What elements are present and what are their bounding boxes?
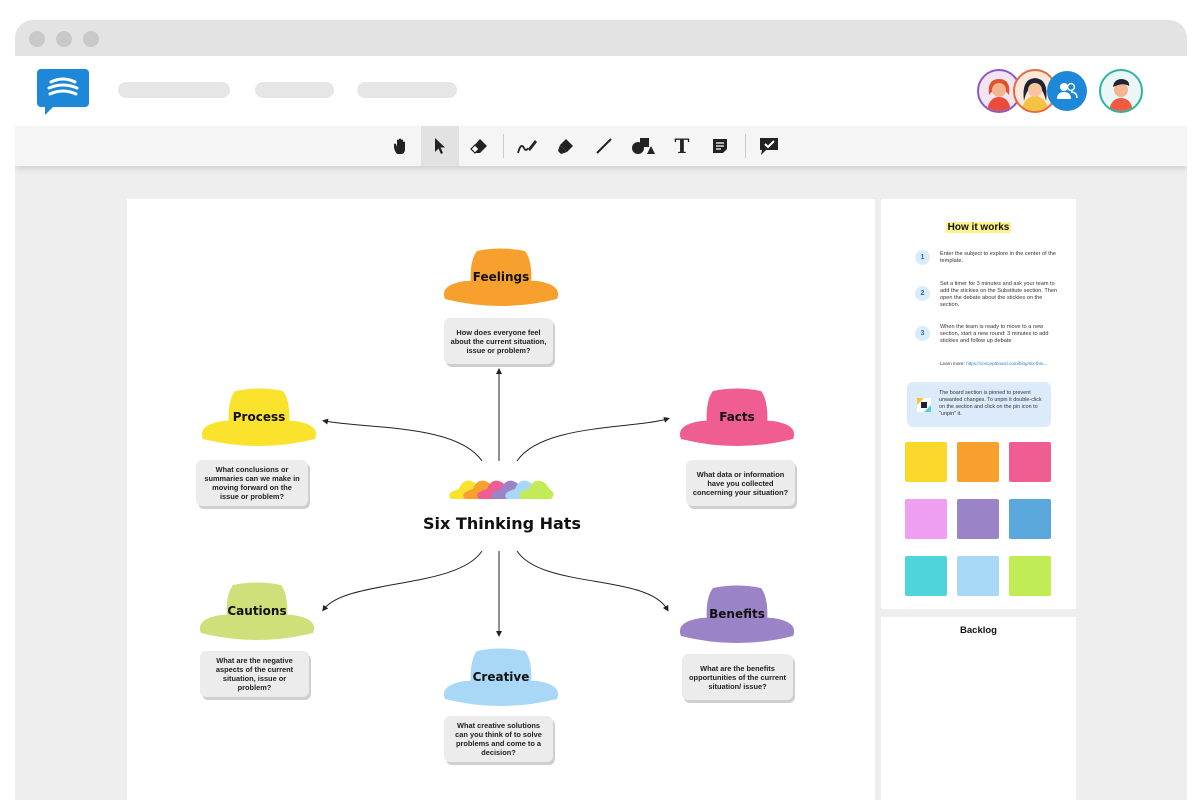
pin-section-icon bbox=[917, 398, 931, 412]
text-tool[interactable]: T bbox=[663, 126, 701, 166]
sticky-note-swatch[interactable] bbox=[905, 556, 947, 596]
how-it-works-title: How it works bbox=[881, 222, 1076, 233]
sticky-note-swatch[interactable] bbox=[1009, 499, 1051, 539]
hat-benefits-question-card[interactable]: What are the benefits opportunities of t… bbox=[682, 654, 793, 700]
step-text-2: Set a timer for 3 minutes and ask your t… bbox=[940, 281, 1058, 308]
hat-creative-label[interactable]: Creative bbox=[451, 670, 551, 684]
highlighter-icon bbox=[558, 139, 573, 154]
line-tool[interactable] bbox=[585, 126, 623, 166]
toolbar-divider bbox=[503, 134, 504, 158]
hat-feelings-label[interactable]: Feelings bbox=[451, 270, 551, 284]
hat-cautions-question-card[interactable]: What are the negative aspects of the cur… bbox=[200, 651, 309, 697]
cursor-icon bbox=[435, 138, 445, 154]
app-logo[interactable] bbox=[37, 69, 89, 117]
sticky-note-icon bbox=[713, 139, 727, 153]
users-icon bbox=[1057, 82, 1078, 99]
step-text-1: Enter the subject to explore in the cent… bbox=[940, 251, 1056, 264]
nav-item-3[interactable] bbox=[357, 82, 457, 98]
text-icon: T bbox=[674, 134, 690, 158]
hat-creative-question-card[interactable]: What creative solutions can you think of… bbox=[444, 716, 553, 762]
drawing-toolbar: T bbox=[15, 126, 1187, 166]
pen-tool[interactable] bbox=[508, 126, 546, 166]
how-it-works-panel[interactable]: How it works 1 Enter the subject to expl… bbox=[881, 199, 1076, 609]
hand-tool[interactable] bbox=[382, 126, 420, 166]
sticky-note-swatch[interactable] bbox=[1009, 442, 1051, 482]
participants-button[interactable] bbox=[1047, 71, 1087, 111]
toolbar-divider bbox=[745, 134, 746, 158]
learn-more: Learn more: https://conceptboard.com/blo… bbox=[940, 361, 1065, 366]
mini-hats-icon bbox=[449, 480, 554, 499]
hat-benefits-label[interactable]: Benefits bbox=[687, 607, 787, 621]
sticky-note-swatch[interactable] bbox=[905, 442, 947, 482]
user-avatar-icon bbox=[1109, 79, 1133, 111]
step-number-2: 2 bbox=[915, 286, 930, 301]
eraser-icon bbox=[470, 139, 487, 154]
select-tool[interactable] bbox=[421, 126, 459, 166]
shapes-icon bbox=[632, 138, 655, 154]
backlog-panel[interactable]: Backlog bbox=[881, 617, 1076, 800]
board-canvas[interactable]: Six Thinking Hats Feelings How does every… bbox=[127, 199, 875, 800]
sticky-note-swatch[interactable] bbox=[905, 499, 947, 539]
hand-icon bbox=[394, 138, 405, 154]
learn-more-label: Learn more: bbox=[940, 361, 965, 366]
hat-feelings-question-card[interactable]: How does everyone feel about the current… bbox=[444, 318, 553, 364]
sticky-note-swatch[interactable] bbox=[957, 442, 999, 482]
hat-facts-question-card[interactable]: What data or information have you collec… bbox=[686, 460, 795, 506]
comment-check-icon bbox=[760, 138, 778, 155]
eraser-tool[interactable] bbox=[460, 126, 498, 166]
sticky-note-swatch[interactable] bbox=[957, 556, 999, 596]
pinned-notice: The board section is pinned to prevent u… bbox=[907, 382, 1051, 427]
hat-facts-label[interactable]: Facts bbox=[687, 410, 787, 424]
hat-process-question-card[interactable]: What conclusions or summaries can we mak… bbox=[196, 460, 308, 506]
window-close-dot[interactable] bbox=[29, 31, 45, 47]
nav-item-2[interactable] bbox=[255, 82, 334, 98]
hat-process-label[interactable]: Process bbox=[209, 410, 309, 424]
window-minimize-dot[interactable] bbox=[56, 31, 72, 47]
step-number-1: 1 bbox=[915, 250, 930, 265]
app-header bbox=[15, 56, 1187, 126]
backlog-title: Backlog bbox=[960, 625, 997, 636]
pen-icon bbox=[517, 140, 537, 154]
window-maximize-dot[interactable] bbox=[83, 31, 99, 47]
sticky-note-tool[interactable] bbox=[701, 126, 739, 166]
line-icon bbox=[596, 138, 612, 154]
step-text-3: When the team is ready to move to a new … bbox=[940, 324, 1049, 344]
hat-cautions-label[interactable]: Cautions bbox=[207, 604, 307, 618]
shapes-tool[interactable] bbox=[624, 126, 662, 166]
window-titlebar bbox=[15, 20, 1187, 56]
board-title[interactable]: Six Thinking Hats bbox=[417, 514, 587, 533]
highlighter-tool[interactable] bbox=[547, 126, 585, 166]
feedback-tool[interactable] bbox=[750, 126, 788, 166]
nav-item-1[interactable] bbox=[118, 82, 230, 98]
learn-more-link[interactable]: https://conceptboard.com/blog/six-thin..… bbox=[966, 361, 1047, 366]
how-it-works-title-text: How it works bbox=[945, 222, 1012, 233]
pinned-notice-text: The board section is pinned to prevent u… bbox=[939, 390, 1042, 417]
avatar-current-user[interactable] bbox=[1099, 69, 1143, 113]
app-window: T Six Thinking Hats Feelings How does ev… bbox=[15, 20, 1187, 800]
sticky-note-swatch[interactable] bbox=[1009, 556, 1051, 596]
sticky-note-swatch[interactable] bbox=[957, 499, 999, 539]
step-number-3: 3 bbox=[915, 326, 930, 341]
